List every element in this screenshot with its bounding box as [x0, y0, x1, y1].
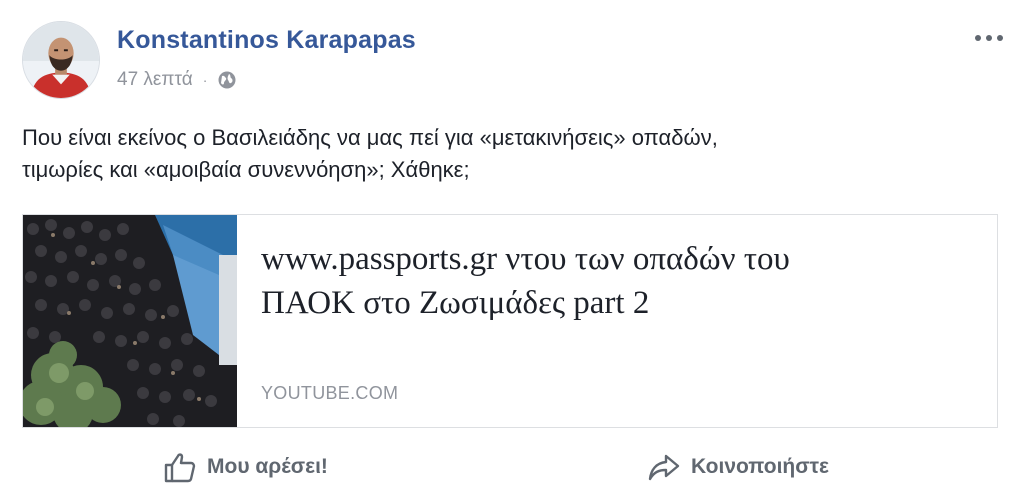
more-dot [975, 35, 981, 41]
post-actions-bar: Μου αρέσει! Κοινοποιήστε [0, 446, 1024, 490]
avatar-photo [23, 22, 99, 98]
link-info[interactable]: www.passports.gr ντου των οπαδών του ΠΑΟ… [237, 215, 997, 427]
post-timestamp[interactable]: 47 λεπτά [117, 69, 193, 91]
link-title-line: www.passports.gr ντου των οπαδών του [261, 241, 790, 277]
more-dot [997, 35, 1003, 41]
post-text-line: τιμωρίες και «αμοιβαία συνεννόηση»; Χάθη… [22, 157, 470, 182]
link-title-line: ΠΑΟΚ στο Ζωσιμάδες part 2 [261, 285, 650, 321]
link-title[interactable]: www.passports.gr ντου των οπαδών του ΠΑΟ… [261, 237, 961, 325]
meta-separator: · [202, 72, 208, 88]
share-arrow-icon [648, 454, 680, 481]
more-options-icon[interactable] [973, 26, 1005, 50]
author-name-link[interactable]: Konstantinos Karapapas [117, 26, 416, 55]
share-button[interactable]: Κοινοποιήστε [647, 450, 829, 484]
like-button[interactable]: Μου αρέσει! [163, 450, 328, 484]
like-label: Μου αρέσει! [207, 455, 328, 478]
post-text-line: Που είναι εκείνος ο Βασιλειάδης να μας π… [22, 125, 718, 150]
post-text: Που είναι εκείνος ο Βασιλειάδης να μας π… [22, 122, 982, 186]
post-meta: 47 λεπτά · [117, 69, 237, 91]
more-dot [986, 35, 992, 41]
shared-link-card[interactable]: www.passports.gr ντου των οπαδών του ΠΑΟ… [22, 214, 998, 428]
thumbs-up-icon [164, 453, 196, 483]
link-thumbnail[interactable] [23, 215, 237, 427]
facebook-post: Konstantinos Karapapas 47 λεπτά · Που εί… [0, 0, 1024, 496]
share-label: Κοινοποιήστε [691, 455, 829, 478]
link-domain: YOUTUBE.COM [261, 383, 399, 403]
globe-icon[interactable] [217, 70, 237, 90]
author-avatar[interactable] [22, 21, 100, 99]
